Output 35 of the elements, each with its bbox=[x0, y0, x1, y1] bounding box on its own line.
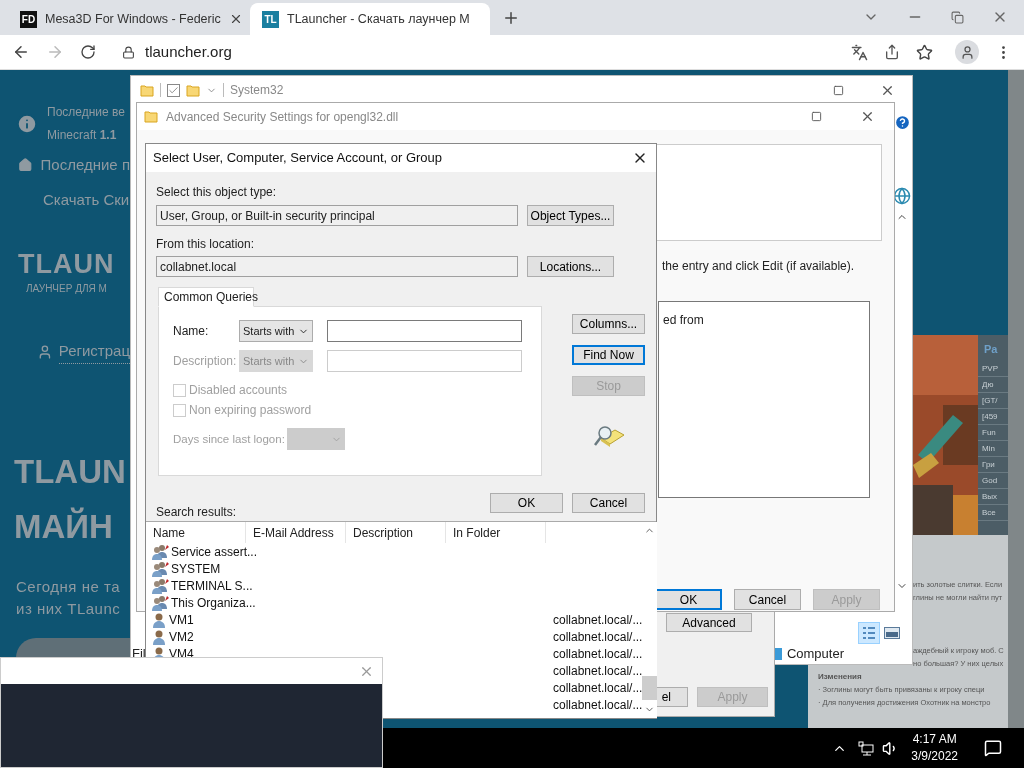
headline-text: TLAUN bbox=[14, 451, 126, 492]
result-folder: collabnet.local/... bbox=[552, 628, 643, 646]
result-folder: collabnet.local/... bbox=[552, 662, 643, 680]
checkbox-label: Disabled accounts bbox=[189, 382, 288, 400]
field-label: Days since last logon: bbox=[173, 431, 286, 447]
object-type-field: User, Group, or Built-in security principal bbox=[156, 205, 518, 227]
field-label: Select this object type: bbox=[156, 184, 278, 202]
checkbox-label: Non expiring password bbox=[189, 402, 312, 420]
intro-text: из них TLaunc bbox=[16, 598, 122, 619]
result-folder: collabnet.local/... bbox=[552, 679, 643, 697]
result-folder: collabnet.local/... bbox=[552, 696, 643, 714]
notice-text: Minecraft 1.1 bbox=[47, 127, 118, 144]
notice-text: Последние ве bbox=[47, 104, 125, 121]
field-label: From this location: bbox=[156, 236, 256, 254]
headline-text: МАЙН bbox=[14, 506, 113, 547]
status-text: Computer bbox=[786, 645, 845, 664]
tab-favicon: TL bbox=[262, 10, 279, 28]
tab-title: TLauncher - Скачать лаунчер M bbox=[287, 10, 471, 28]
location-field: collabnet.local bbox=[156, 256, 518, 278]
site-tagline: ЛАУНЧЕР ДЛЯ М bbox=[26, 282, 108, 296]
tab-title: Mesa3D For Windows - Federic bbox=[45, 10, 221, 28]
window-title: System32 bbox=[230, 82, 284, 99]
intro-text: Сегодня не та bbox=[16, 576, 121, 597]
field-label: Description: bbox=[173, 353, 238, 371]
tab-favicon: FD bbox=[20, 10, 37, 28]
results-label: Search results: bbox=[156, 504, 238, 522]
window-title: Advanced Security Settings for opengl32.dll bbox=[166, 108, 399, 126]
result-folder: collabnet.local/... bbox=[552, 611, 643, 629]
result-folder: collabnet.local/... bbox=[552, 645, 643, 663]
changes-title: Изменения bbox=[818, 671, 862, 683]
field-label: Name: bbox=[173, 323, 210, 341]
instruction-text: the entry and click Edit (if available). bbox=[662, 258, 855, 275]
server-list-title: Ра bbox=[983, 342, 999, 357]
window-title: Select User, Computer, Service Account, or Group bbox=[153, 149, 444, 168]
column-header: ed from bbox=[663, 313, 704, 327]
